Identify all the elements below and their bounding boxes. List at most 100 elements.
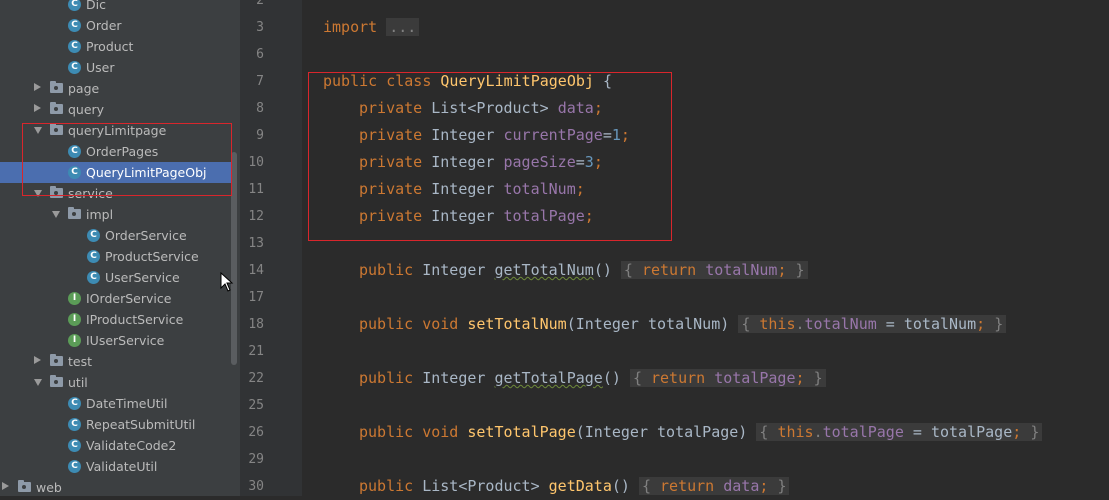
collapse-arrow-icon[interactable] — [34, 127, 42, 134]
semicolon: ; — [777, 261, 787, 279]
brace: } — [1030, 423, 1040, 441]
class-icon: C — [68, 460, 81, 473]
keyword: void — [422, 423, 459, 441]
tree-item-iuserservice[interactable]: I IUserService — [0, 330, 231, 351]
tree-item-user[interactable]: C User — [0, 57, 231, 78]
tree-item-validateutil[interactable]: C ValidateUtil — [0, 456, 231, 477]
class-icon: C — [68, 397, 81, 410]
folded-body[interactable]: { return totalNum; } — [620, 261, 808, 279]
class-icon: C — [68, 166, 81, 179]
tree-item-orderpages[interactable]: C OrderPages — [0, 141, 231, 162]
type-name: Integer — [422, 369, 486, 387]
tree-item-dic[interactable]: C Dic — [0, 0, 231, 15]
tree-item-querylimitpage[interactable]: queryLimitpage — [0, 120, 231, 141]
tree-item-iorderservice[interactable]: I IOrderService — [0, 288, 231, 309]
line-number: 9 — [256, 128, 264, 143]
semicolon: ; — [795, 369, 805, 387]
class-icon: C — [68, 61, 81, 74]
line-number: 29 — [248, 452, 264, 467]
expand-arrow-icon[interactable] — [2, 482, 9, 490]
collapse-arrow-icon[interactable] — [34, 190, 42, 197]
semicolon: ; — [593, 153, 603, 171]
field-name: totalPage — [503, 207, 585, 225]
folded-body[interactable]: { this.totalNum = totalNum; } — [738, 315, 1007, 333]
tree-item-page[interactable]: page — [0, 78, 231, 99]
code-line-field: private List<Product> data; — [359, 95, 603, 122]
line-number: 18 — [248, 317, 264, 332]
tree-item-label: RepeatSubmitUtil — [86, 417, 196, 432]
tree-item-validatecode2[interactable]: C ValidateCode2 — [0, 435, 231, 456]
class-icon: C — [68, 145, 81, 158]
semicolon: ; — [584, 207, 594, 225]
tree-item-label: IProductService — [86, 312, 184, 327]
expand-arrow-icon[interactable] — [34, 83, 41, 91]
folded-body[interactable]: { return totalPage; } — [629, 369, 826, 387]
class-icon: C — [68, 418, 81, 431]
editor-scrollbar[interactable] — [1101, 0, 1109, 496]
tree-item-label: web — [36, 480, 62, 495]
tree-item-querylimitpageobj[interactable]: C QueryLimitPageObj — [0, 162, 231, 183]
package-folder-icon — [18, 480, 31, 492]
interface-icon: I — [68, 334, 81, 347]
brace: } — [813, 369, 823, 387]
tree-item-label: OrderPages — [86, 144, 159, 159]
tree-item-label: DateTimeUtil — [86, 396, 168, 411]
keyword: return — [641, 261, 697, 279]
keyword: public — [359, 423, 414, 441]
keyword: private — [359, 180, 423, 198]
tree-item-orderservice[interactable]: C OrderService — [0, 225, 231, 246]
type-name: Integer — [431, 207, 495, 225]
package-folder-icon — [50, 81, 63, 93]
tree-item-product[interactable]: C Product — [0, 36, 231, 57]
parens: () — [593, 261, 612, 279]
tree-item-userservice[interactable]: C UserService — [0, 267, 231, 288]
class-icon: C — [87, 229, 100, 242]
tree-scrollbar[interactable] — [231, 152, 237, 365]
collapse-arrow-icon[interactable] — [52, 211, 60, 218]
tree-item-query[interactable]: query — [0, 99, 231, 120]
tree-item-test[interactable]: test — [0, 351, 231, 372]
expand-arrow-icon[interactable] — [34, 356, 41, 364]
class-name: QueryLimitPageObj — [440, 72, 594, 90]
keyword: private — [359, 126, 423, 144]
folded-region[interactable]: ... — [386, 18, 420, 36]
tree-item-service[interactable]: service — [0, 183, 231, 204]
tree-item-datetimeutil[interactable]: C DateTimeUtil — [0, 393, 231, 414]
number-literal: 1 — [611, 126, 621, 144]
class-icon: C — [87, 250, 100, 263]
code-line-field: private Integer totalNum; — [359, 176, 585, 203]
tree-item-label: UserService — [105, 270, 180, 285]
parens: () — [611, 477, 630, 495]
keyword: import — [323, 18, 378, 36]
class-icon: C — [68, 439, 81, 452]
line-number: 3 — [256, 20, 264, 35]
mouse-pointer-icon — [220, 272, 234, 292]
tree-item-impl[interactable]: impl — [0, 204, 231, 225]
line-number: 10 — [248, 155, 264, 170]
folded-body[interactable]: { return data; } — [638, 477, 790, 495]
expand-arrow-icon[interactable] — [34, 104, 41, 112]
brace: { — [602, 72, 612, 90]
code-line-setter: public void setTotalNum(Integer totalNum… — [359, 311, 1007, 338]
dot: . — [795, 315, 805, 333]
semicolon: ; — [759, 477, 769, 495]
tree-item-label: IUserService — [86, 333, 165, 348]
tree-item-label: ValidateUtil — [86, 459, 158, 474]
tree-item-web[interactable]: web — [0, 477, 231, 496]
folded-body[interactable]: { this.totalPage = totalPage; } — [756, 423, 1043, 441]
tree-item-productservice[interactable]: C ProductService — [0, 246, 231, 267]
keyword: this — [777, 423, 814, 441]
tree-item-order[interactable]: C Order — [0, 15, 231, 36]
tree-item-iproductservice[interactable]: I IProductService — [0, 309, 231, 330]
semicolon: ; — [620, 126, 630, 144]
type-name: List<Product> — [422, 477, 540, 495]
keyword: return — [660, 477, 715, 495]
tree-item-util[interactable]: util — [0, 372, 231, 393]
collapse-arrow-icon[interactable] — [34, 379, 42, 386]
method-name: getData — [548, 477, 612, 495]
tree-item-label: query — [68, 102, 105, 117]
operator: = — [575, 153, 585, 171]
assignment: = totalNum — [876, 315, 977, 333]
tree-item-repeatsubmitutil[interactable]: C RepeatSubmitUtil — [0, 414, 231, 435]
